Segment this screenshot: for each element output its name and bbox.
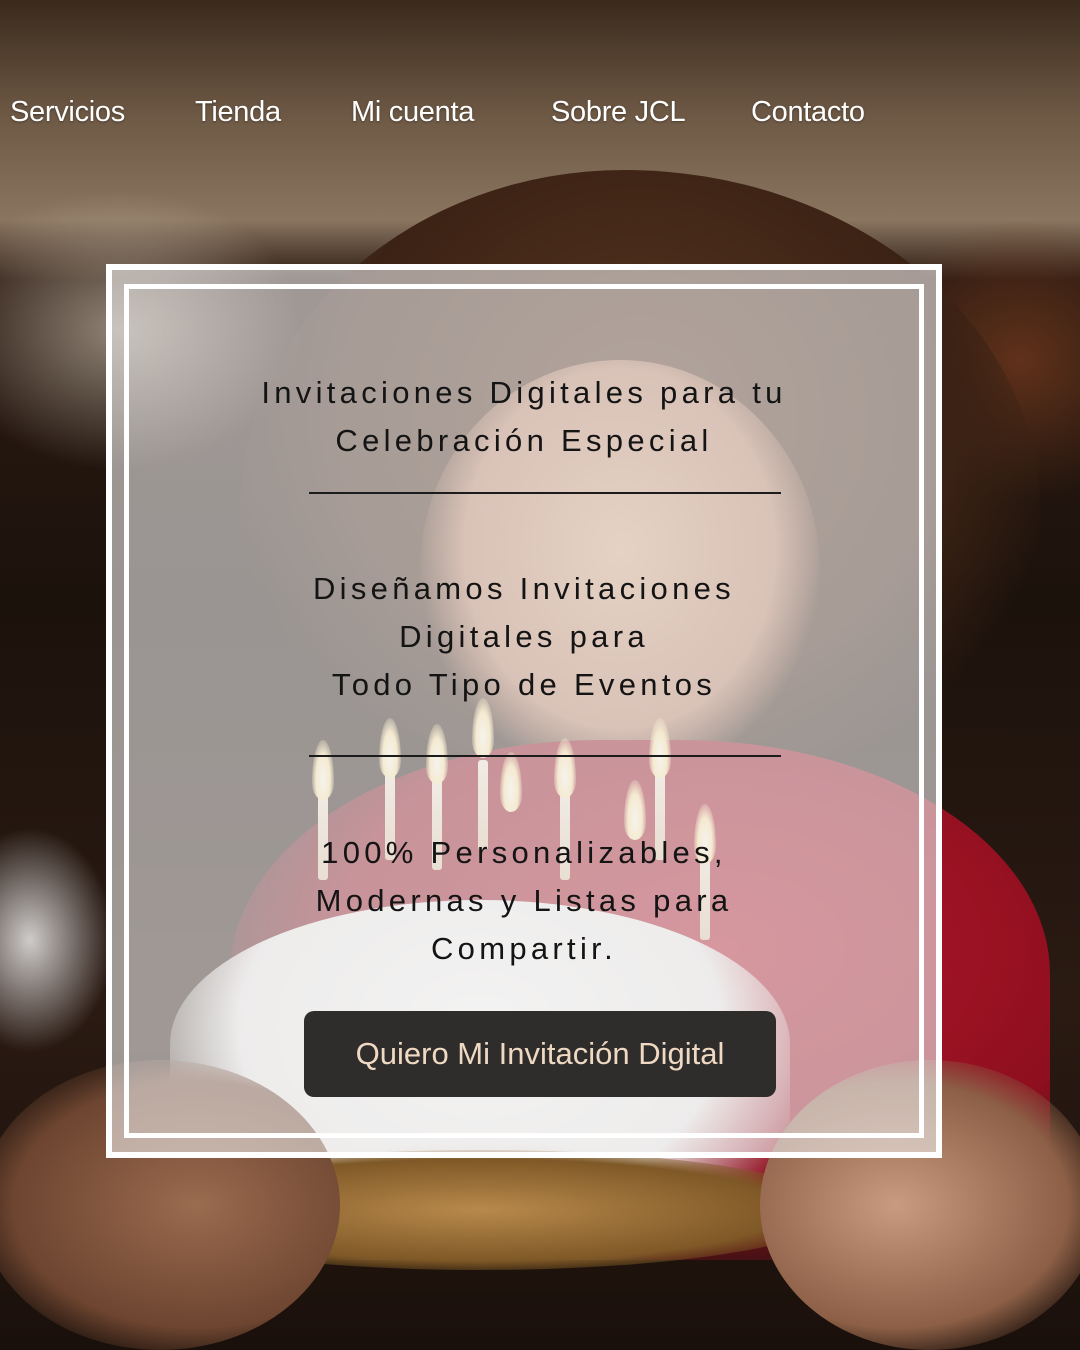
- hero-subtitle-line-1: Diseñamos Invitaciones: [313, 571, 735, 606]
- hero-card-inner-border: Invitaciones Digitales para tu Celebraci…: [124, 284, 924, 1138]
- hero-subtitle-line-2: Digitales para: [399, 619, 649, 654]
- subtitle-divider: [309, 755, 781, 757]
- nav-link-servicios[interactable]: Servicios: [10, 96, 125, 129]
- title-divider: [309, 492, 781, 494]
- main-navigation: Servicios Tienda Mi cuenta Sobre JCL Con…: [0, 86, 1080, 138]
- nav-link-tienda[interactable]: Tienda: [195, 96, 281, 129]
- hero-card: Invitaciones Digitales para tu Celebraci…: [106, 264, 942, 1158]
- cta-invitation-button[interactable]: Quiero Mi Invitación Digital: [304, 1011, 776, 1097]
- hero-feature-line-3: Compartir.: [431, 931, 617, 966]
- nav-link-sobre-jcl[interactable]: Sobre JCL: [551, 96, 686, 129]
- hero-feature-line-1: 100% Personalizables,: [321, 835, 727, 870]
- hero-feature-line-2: Modernas y Listas para: [315, 883, 733, 918]
- nav-link-contacto[interactable]: Contacto: [751, 96, 865, 129]
- hero-subtitle-line-3: Todo Tipo de Eventos: [331, 667, 717, 702]
- hero-title-line-1: Invitaciones Digitales para tu: [261, 375, 787, 410]
- hero-title-line-2: Celebración Especial: [335, 423, 713, 458]
- nav-link-mi-cuenta[interactable]: Mi cuenta: [351, 96, 474, 129]
